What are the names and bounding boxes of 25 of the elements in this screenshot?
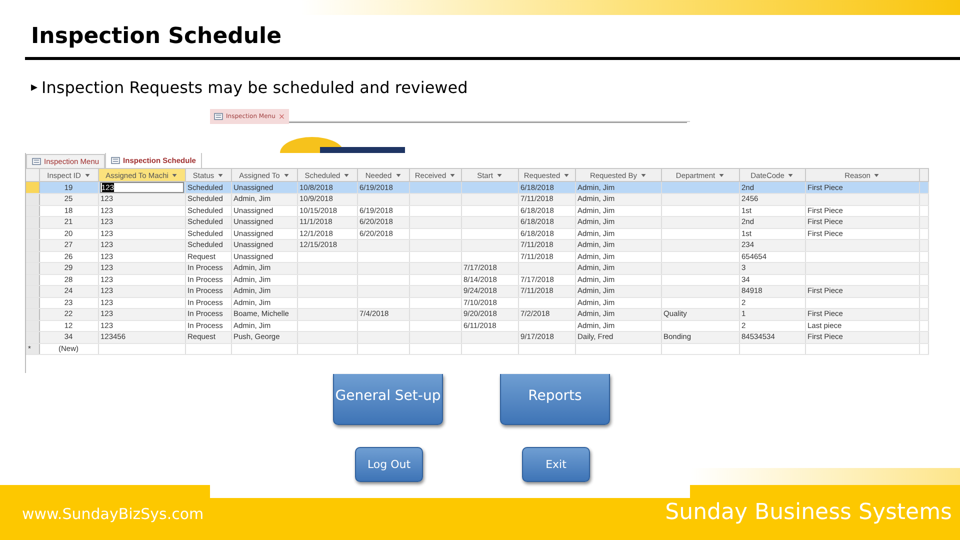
menu-button[interactable]: General Set-up (333, 374, 443, 425)
dropdown-icon (641, 174, 646, 178)
dropdown-icon (874, 174, 880, 178)
dropdown-icon (84, 174, 90, 178)
company-name: Sunday Business Systems (665, 500, 952, 525)
dropdown-icon (450, 174, 456, 178)
menu-button[interactable]: Reports (500, 374, 610, 425)
form-icon (214, 113, 223, 120)
dropdown-icon (719, 174, 724, 178)
dropdown-icon (284, 174, 289, 178)
bullet-text: Inspection Requests may be scheduled and reviewed (42, 78, 468, 97)
dropdown-icon (396, 174, 401, 178)
dropdown-icon (496, 174, 502, 178)
menu-button[interactable]: Exit (522, 447, 590, 482)
dropdown-icon (788, 174, 794, 178)
slide-title: Inspection Schedule (31, 23, 282, 51)
website-url: www.SundayBizSys.com (22, 505, 204, 523)
menu-button[interactable]: Log Out (355, 447, 423, 482)
form-icon (111, 157, 120, 164)
bullet-icon: ▸ (31, 80, 38, 95)
dropdown-icon (172, 174, 178, 178)
dropdown-icon (218, 174, 224, 178)
dropdown-icon (344, 174, 350, 178)
dropdown-icon (564, 174, 570, 178)
form-icon (32, 158, 41, 165)
